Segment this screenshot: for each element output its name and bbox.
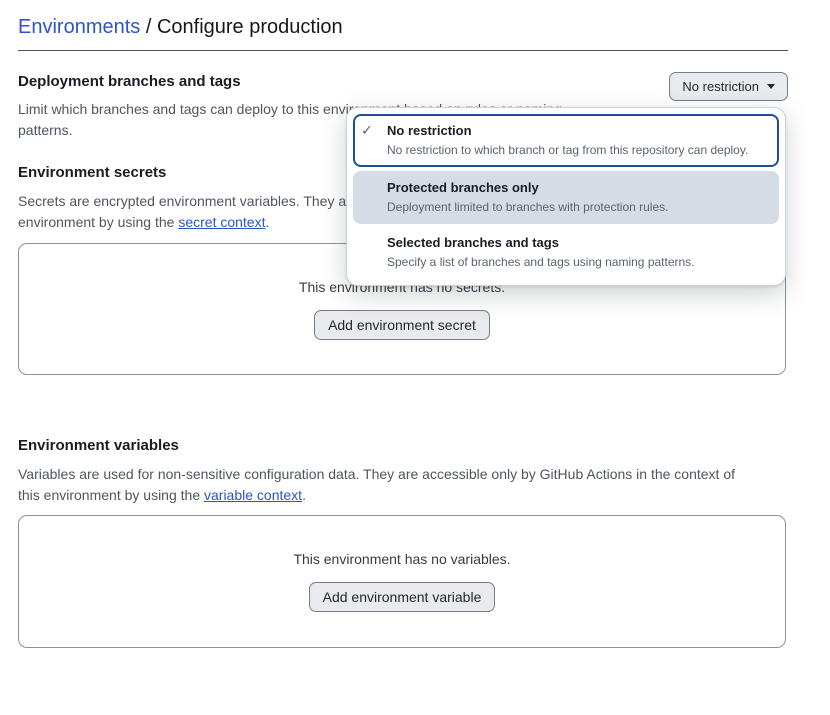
menu-option-selected-branches[interactable]: Selected branches and tags Specify a lis… [353,226,779,279]
menu-option-protected-branches[interactable]: Protected branches only Deployment limit… [353,171,779,224]
check-icon: ✓ [361,121,387,159]
variable-context-link[interactable]: variable context [204,487,302,503]
menu-option-label: No restriction [387,121,748,140]
description-line: Variables are used for non-sensitive con… [18,464,788,485]
chevron-down-icon [767,84,775,89]
menu-option-description: Specify a list of branches and tags usin… [387,254,695,271]
menu-option-description: Deployment limited to branches with prot… [387,199,668,216]
add-environment-variable-button[interactable]: Add environment variable [309,582,496,612]
menu-option-no-restriction[interactable]: ✓ No restriction No restriction to which… [353,114,779,167]
breadcrumb-separator: / [140,16,157,38]
menu-option-content: Selected branches and tags Specify a lis… [387,233,695,271]
secrets-heading: Environment secrets [18,163,166,183]
description-text: . [302,487,306,503]
deployment-restriction-dropdown-menu: ✓ No restriction No restriction to which… [346,107,786,286]
restriction-dropdown-button[interactable]: No restriction [669,72,788,101]
menu-option-content: No restriction No restriction to which b… [387,121,748,159]
breadcrumb: Environments / Configure production [18,13,788,51]
restriction-dropdown-label: No restriction [682,79,759,94]
description-text: . [265,214,269,230]
description-text: environment by using the [18,214,178,230]
check-icon-spacer [361,233,387,271]
menu-option-content: Protected branches only Deployment limit… [387,178,668,216]
menu-option-label: Protected branches only [387,178,668,197]
add-environment-secret-button[interactable]: Add environment secret [314,310,490,340]
variables-heading: Environment variables [18,436,179,456]
description-line: this environment by using the variable c… [18,485,788,506]
breadcrumb-current: Configure production [157,16,343,38]
variables-description: Variables are used for non-sensitive con… [18,464,788,506]
environment-config-page: Environments / Configure production Depl… [0,0,830,715]
check-icon-spacer [361,178,387,216]
breadcrumb-link-environments[interactable]: Environments [18,16,140,38]
description-text: this environment by using the [18,487,204,503]
variables-empty-box: This environment has no variables. Add e… [18,515,786,648]
menu-option-label: Selected branches and tags [387,233,695,252]
secret-context-link[interactable]: secret context [178,214,265,230]
variables-empty-text: This environment has no variables. [293,551,510,567]
menu-option-description: No restriction to which branch or tag fr… [387,142,748,159]
